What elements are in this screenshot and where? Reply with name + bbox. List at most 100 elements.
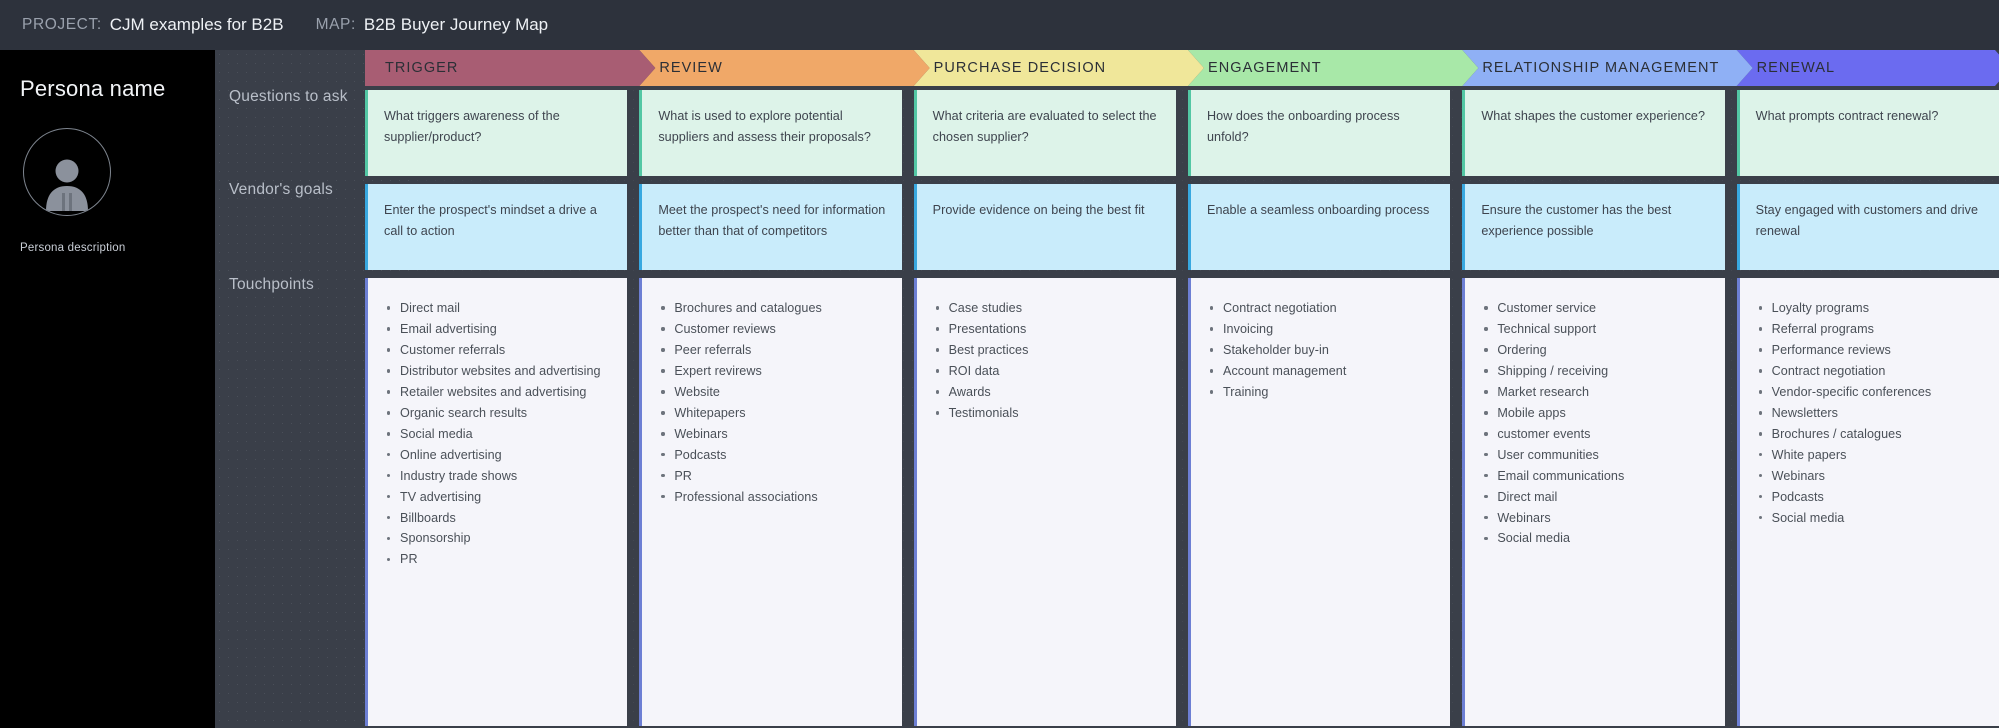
touchpoint-item[interactable]: Billboards [384, 510, 615, 526]
touchpoint-item[interactable]: Webinars [1481, 510, 1712, 526]
touchpoint-item[interactable]: Ordering [1481, 342, 1712, 358]
stage-label: TRIGGER [385, 60, 459, 76]
touchpoint-item[interactable]: Vendor-specific conferences [1756, 384, 1987, 400]
touchpoint-item[interactable]: Loyalty programs [1756, 300, 1987, 316]
stage-banner-trigger[interactable]: TRIGGER [365, 50, 655, 86]
touchpoint-item[interactable]: Peer referrals [658, 342, 889, 358]
touchpoint-item[interactable]: Technical support [1481, 321, 1712, 337]
touchpoint-item[interactable]: Email communications [1481, 468, 1712, 484]
goal-text: Provide evidence on being the best fit [932, 203, 1145, 217]
stage-banner-engagement[interactable]: ENGAGEMENT [1188, 50, 1478, 86]
touchpoint-item[interactable]: Brochures / catalogues [1756, 426, 1987, 442]
question-text: What is used to explore potential suppli… [658, 109, 871, 144]
goal-card[interactable]: Enter the prospect's mindset a drive a c… [365, 184, 628, 270]
touchpoint-item[interactable]: Customer service [1481, 300, 1712, 316]
touchpoint-item[interactable]: Stakeholder buy-in [1207, 342, 1438, 358]
topbar: PROJECT: CJM examples for B2B MAP: B2B B… [0, 0, 1999, 50]
touchpoint-item[interactable]: Website [658, 384, 889, 400]
touchpoint-item[interactable]: Social media [1481, 530, 1712, 546]
goal-text: Enter the prospect's mindset a drive a c… [384, 203, 597, 238]
touchpoint-item[interactable]: PR [384, 551, 615, 567]
touchpoint-item[interactable]: Market research [1481, 384, 1712, 400]
touchpoint-item[interactable]: Shipping / receiving [1481, 363, 1712, 379]
touchpoint-item[interactable]: Account management [1207, 363, 1438, 379]
touchpoints-card[interactable]: Customer service Technical support Orderin… [1462, 278, 1725, 726]
project-name[interactable]: CJM examples for B2B [110, 15, 284, 35]
question-text: What shapes the customer experience? [1481, 109, 1706, 123]
touchpoint-item[interactable]: Training [1207, 384, 1438, 400]
touchpoint-item[interactable]: Podcasts [658, 447, 889, 463]
question-card[interactable]: What is used to explore potential suppli… [639, 90, 902, 176]
touchpoint-item[interactable]: Organic search results [384, 405, 615, 421]
touchpoints-list: Brochures and catalogues Customer reviews… [658, 300, 889, 505]
touchpoint-item[interactable]: User communities [1481, 447, 1712, 463]
touchpoint-item[interactable]: Invoicing [1207, 321, 1438, 337]
touchpoint-item[interactable]: Best practices [933, 342, 1164, 358]
touchpoint-item[interactable]: Industry trade shows [384, 468, 615, 484]
touchpoint-item[interactable]: Podcasts [1756, 489, 1987, 505]
touchpoint-item[interactable]: Distributor websites and advertising [384, 363, 615, 379]
goal-card[interactable]: Enable a seamless onboarding process [1188, 184, 1451, 270]
question-card[interactable]: What prompts contract renewal? [1736, 90, 1999, 176]
touchpoint-item[interactable]: Social media [384, 426, 615, 442]
touchpoint-item[interactable]: Retailer websites and advertising [384, 384, 615, 400]
touchpoint-item[interactable]: Presentations [933, 321, 1164, 337]
question-card[interactable]: What shapes the customer experience? [1462, 90, 1725, 176]
goal-card[interactable]: Stay engaged with customers and drive re… [1736, 184, 1999, 270]
touchpoint-item[interactable]: Direct mail [1481, 489, 1712, 505]
touchpoints-list: Loyalty programs Referral programs Perform… [1756, 300, 1987, 526]
goal-text: Ensure the customer has the best experie… [1481, 203, 1672, 238]
avatar[interactable] [23, 128, 111, 216]
touchpoint-item[interactable]: White papers [1756, 447, 1987, 463]
stage-card-grid: What triggers awareness of the supplier/… [365, 90, 1999, 726]
stage-label: RELATIONSHIP MANAGEMENT [1482, 60, 1720, 76]
touchpoints-card[interactable]: Case studies Presentations Best practices R… [913, 278, 1176, 726]
touchpoint-item[interactable]: Expert revirews [658, 363, 889, 379]
stage-banner-renewal[interactable]: RENEWAL [1737, 50, 1999, 86]
touchpoint-item[interactable]: Customer reviews [658, 321, 889, 337]
stage-label: PURCHASE DECISION [933, 60, 1107, 76]
touchpoint-item[interactable]: customer events [1481, 426, 1712, 442]
touchpoint-item[interactable]: Email advertising [384, 321, 615, 337]
touchpoint-item[interactable]: Awards [933, 384, 1164, 400]
touchpoint-item[interactable]: Customer referrals [384, 342, 615, 358]
goal-card[interactable]: Ensure the customer has the best experie… [1462, 184, 1725, 270]
stage-banner-relationship-management[interactable]: RELATIONSHIP MANAGEMENT [1462, 50, 1752, 86]
goal-card[interactable]: Meet the prospect's need for information… [639, 184, 902, 270]
touchpoint-item[interactable]: Webinars [658, 426, 889, 442]
touchpoint-item[interactable]: Professional associations [658, 489, 889, 505]
touchpoint-item[interactable]: Testimonials [933, 405, 1164, 421]
touchpoints-card[interactable]: Contract negotiation Invoicing Stakeholder… [1188, 278, 1451, 726]
touchpoint-item[interactable]: Newsletters [1756, 405, 1987, 421]
question-card[interactable]: What triggers awareness of the supplier/… [365, 90, 628, 176]
touchpoint-item[interactable]: Brochures and catalogues [658, 300, 889, 316]
map-name[interactable]: B2B Buyer Journey Map [364, 15, 548, 35]
touchpoint-item[interactable]: Direct mail [384, 300, 615, 316]
touchpoint-item[interactable]: Referral programs [1756, 321, 1987, 337]
row-label-questions: Questions to ask [229, 88, 348, 105]
touchpoint-item[interactable]: ROI data [933, 363, 1164, 379]
touchpoints-card[interactable]: Loyalty programs Referral programs Perform… [1736, 278, 1999, 726]
touchpoint-item[interactable]: Whitepapers [658, 405, 889, 421]
touchpoint-item[interactable]: Social media [1756, 510, 1987, 526]
touchpoints-card[interactable]: Direct mail Email advertising Customer ref… [365, 278, 628, 726]
stage-banner-review[interactable]: REVIEW [639, 50, 929, 86]
touchpoints-card[interactable]: Brochures and catalogues Customer reviews… [639, 278, 902, 726]
touchpoint-item[interactable]: Webinars [1756, 468, 1987, 484]
touchpoint-item[interactable]: Online advertising [384, 447, 615, 463]
touchpoint-item[interactable]: TV advertising [384, 489, 615, 505]
touchpoint-item[interactable]: Case studies [933, 300, 1164, 316]
question-card[interactable]: What criteria are evaluated to select th… [913, 90, 1176, 176]
touchpoint-item[interactable]: Sponsorship [384, 530, 615, 546]
persona-name[interactable]: Persona name [20, 76, 195, 102]
touchpoint-item[interactable]: Mobile apps [1481, 405, 1712, 421]
touchpoint-item[interactable]: Contract negotiation [1756, 363, 1987, 379]
goal-card[interactable]: Provide evidence on being the best fit [913, 184, 1176, 270]
stage-banner-purchase-decision[interactable]: PURCHASE DECISION [914, 50, 1204, 86]
touchpoint-item[interactable]: PR [658, 468, 889, 484]
question-card[interactable]: How does the onboarding process unfold? [1188, 90, 1451, 176]
touchpoint-item[interactable]: Contract negotiation [1207, 300, 1438, 316]
touchpoint-item[interactable]: Performance reviews [1756, 342, 1987, 358]
persona-description[interactable]: Persona description [20, 242, 195, 254]
stage-label: ENGAGEMENT [1208, 60, 1322, 76]
